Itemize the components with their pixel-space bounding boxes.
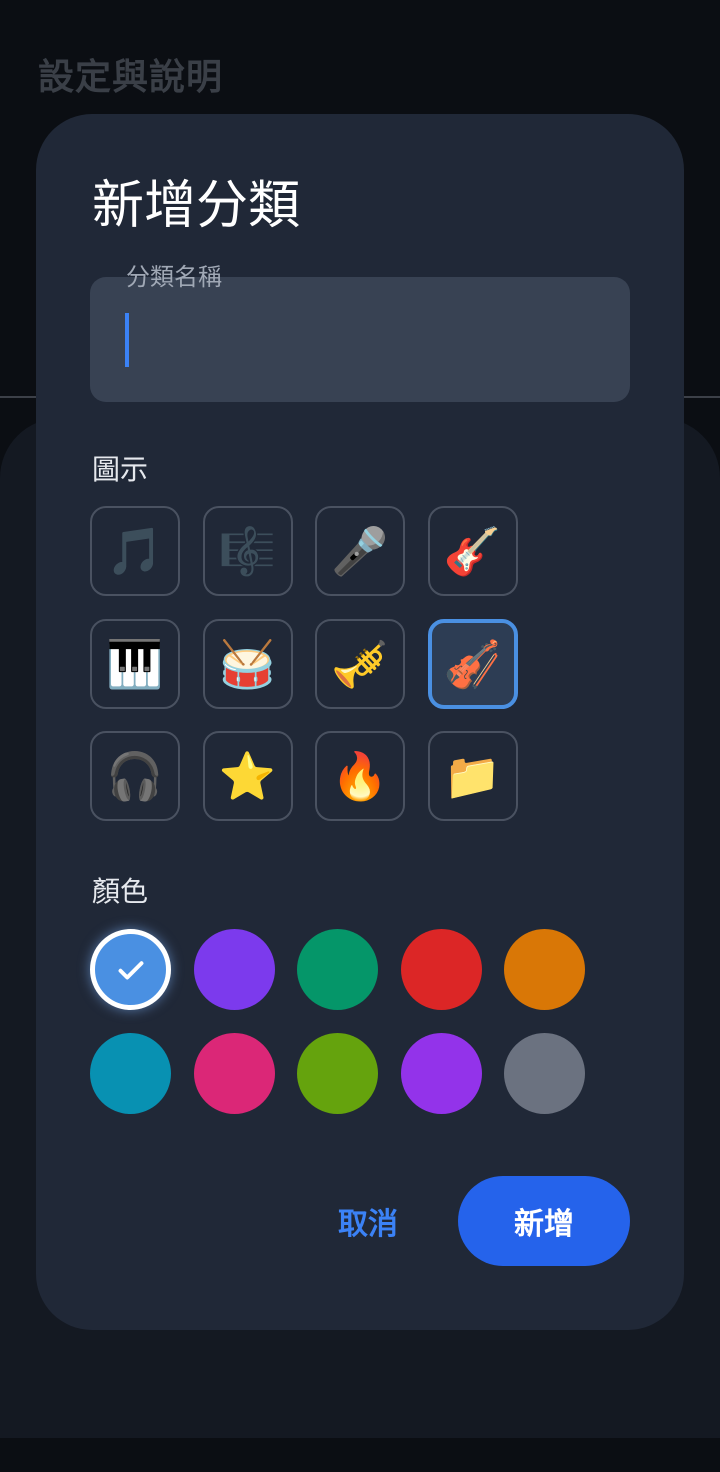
color-swatch[interactable] <box>90 1032 171 1114</box>
color-section-label: 顏色 <box>92 875 149 908</box>
musical-score-icon: 🎼 <box>218 524 277 578</box>
fire-icon: 🔥 <box>331 749 389 803</box>
icon-option-microphone[interactable]: 🎤 <box>315 506 405 596</box>
icon-section-label: 圖示 <box>92 453 149 486</box>
icon-option-musical-score[interactable]: 🎼 <box>202 506 293 596</box>
category-name-label: 分類名稱 <box>126 263 222 291</box>
piano-keys-icon: 🎹 <box>106 636 164 691</box>
color-swatch[interactable] <box>504 1032 585 1114</box>
navigation-bar <box>0 1438 720 1472</box>
text-cursor <box>125 313 129 367</box>
checkmark-icon <box>118 960 143 979</box>
icon-option-folder[interactable]: 📁 <box>427 731 518 821</box>
star-icon: ⭐ <box>218 749 277 803</box>
guitar-icon: 🎸 <box>443 524 502 578</box>
color-swatch[interactable] <box>297 929 378 1010</box>
icon-option-violin[interactable]: 🎻 <box>427 618 518 709</box>
icon-option-piano-keys[interactable]: 🎹 <box>90 618 180 709</box>
drum-icon: 🥁 <box>218 636 277 691</box>
icon-option-trumpet[interactable]: 🎺 <box>315 618 405 709</box>
icon-option-headphones[interactable]: 🎧 <box>90 731 180 821</box>
microphone-icon: 🎤 <box>331 524 389 578</box>
color-swatch[interactable] <box>297 1032 378 1114</box>
add-category-dialog: 新增分類 分類名稱 圖示 🎵 🎼 🎤 🎸 🎹 🥁 🎺 🎻 🎧 ⭐ 🔥 📁 顏色 取消 新增 <box>36 114 684 1330</box>
icon-option-guitar[interactable]: 🎸 <box>427 506 518 596</box>
dialog-title: 新增分類 <box>92 176 301 236</box>
color-swatch[interactable] <box>193 929 275 1010</box>
color-swatch[interactable] <box>400 929 482 1010</box>
icon-option-musical-note[interactable]: 🎵 <box>90 506 180 596</box>
musical-note-icon: 🎵 <box>106 524 164 578</box>
violin-icon: 🎻 <box>443 636 502 691</box>
trumpet-icon: 🎺 <box>331 636 389 691</box>
add-button[interactable]: 新增 <box>458 1176 630 1266</box>
color-swatch[interactable] <box>504 929 585 1010</box>
icon-option-fire[interactable]: 🔥 <box>315 731 405 821</box>
folder-icon: 📁 <box>443 749 502 803</box>
color-swatch[interactable] <box>193 1032 275 1114</box>
color-swatch[interactable] <box>90 929 171 1010</box>
icon-option-star[interactable]: ⭐ <box>202 731 293 821</box>
color-swatch[interactable] <box>400 1032 482 1114</box>
background-page-title: 設定與說明 <box>38 57 224 98</box>
icon-option-drum[interactable]: 🥁 <box>202 618 293 709</box>
cancel-button[interactable]: 取消 <box>316 1176 420 1266</box>
headphones-icon: 🎧 <box>106 749 164 803</box>
